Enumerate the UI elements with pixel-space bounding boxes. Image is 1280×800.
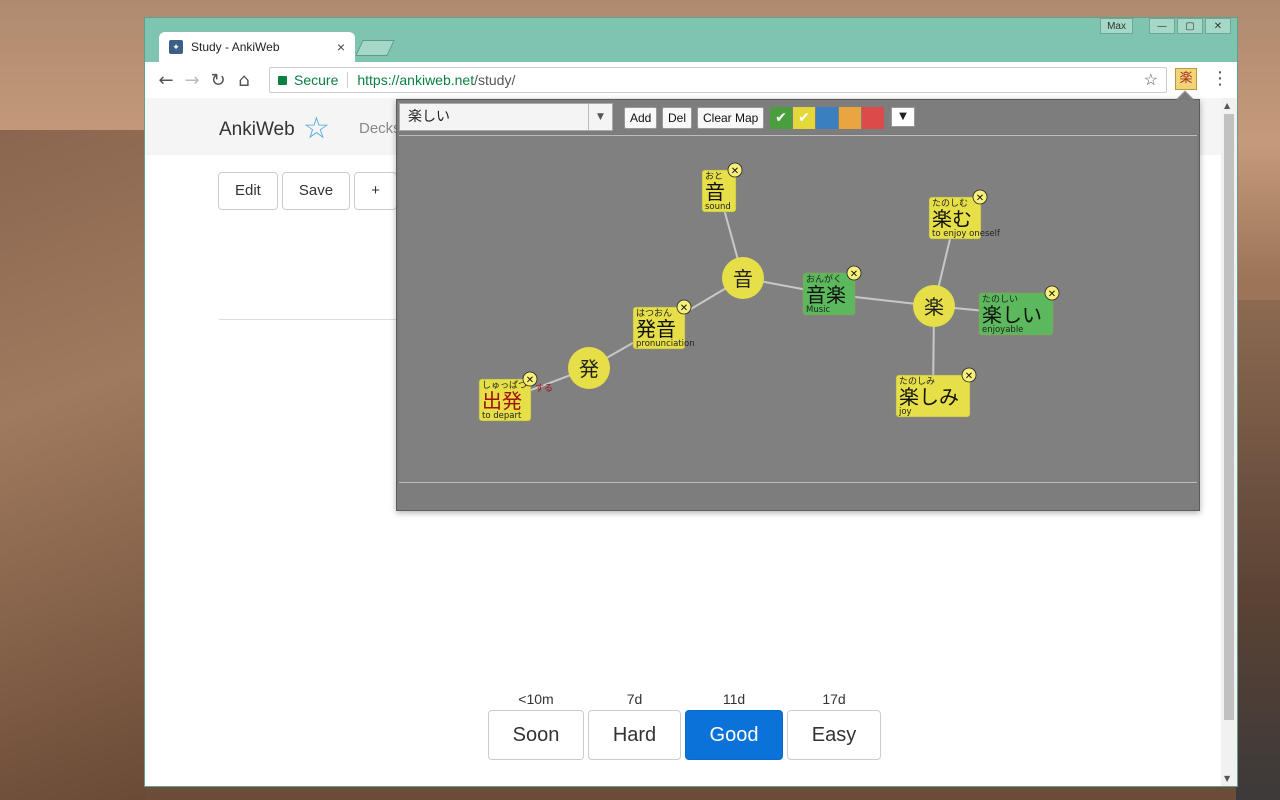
color-swatch[interactable] <box>816 107 838 129</box>
word-text: 音 <box>705 180 725 204</box>
kanji-map-popup: 楽しい ▼ Add Del Clear Map ✔ ✔ ▼ 音楽発おと音 sound… <box>396 90 1200 511</box>
close-icon[interactable]: ✕ <box>731 166 739 177</box>
word-meaning: joy <box>898 407 912 417</box>
answer-easy: 17d Easy <box>787 688 881 760</box>
tab-close-icon[interactable]: × <box>337 39 345 55</box>
tab-title: Study - AnkiWeb <box>191 40 280 54</box>
word-text: 楽しみ <box>899 385 959 409</box>
reload-icon[interactable]: ↻ <box>205 70 231 91</box>
edit-button[interactable]: Edit <box>218 172 278 210</box>
home-icon[interactable]: ⌂ <box>231 70 257 91</box>
word-select[interactable]: 楽しい ▼ <box>399 103 613 131</box>
word-meaning: enjoyable <box>982 325 1023 335</box>
delete-word-button[interactable]: Del <box>662 107 693 129</box>
brand-name[interactable]: AnkiWeb <box>219 119 295 141</box>
word-meaning: to depart <box>482 411 522 421</box>
interval-label: 11d <box>722 691 746 707</box>
scroll-thumb[interactable] <box>1224 114 1234 720</box>
kanji-node-label: 音 <box>733 267 753 291</box>
hard-button[interactable]: Hard <box>588 710 681 760</box>
close-icon[interactable]: ✕ <box>526 375 534 386</box>
close-window-button[interactable]: ✕ <box>1205 18 1231 34</box>
minimize-button[interactable]: — <box>1149 18 1175 34</box>
forward-arrow-icon[interactable]: → <box>179 70 205 91</box>
close-icon[interactable]: ✕ <box>680 303 688 314</box>
maximize-label-button[interactable]: Max <box>1100 18 1133 34</box>
answer-hard: 7d Hard <box>588 688 681 760</box>
word-text: 発音 <box>636 317 676 341</box>
color-swatch[interactable] <box>862 107 884 129</box>
restore-button[interactable]: ▢ <box>1177 18 1203 34</box>
more-options-button[interactable]: ▼ <box>891 107 915 127</box>
kanji-graph: 音楽発おと音sound✕たのしむ楽むto enjoy oneself✕おんがく音… <box>478 162 1060 422</box>
chevron-down-icon[interactable]: ▼ <box>588 104 612 130</box>
add-button[interactable]: + <box>354 172 397 210</box>
window-caption-buttons: Max — ▢ ✕ <box>1100 18 1231 34</box>
browser-tab[interactable]: ✦ Study - AnkiWeb × <box>159 32 355 62</box>
back-arrow-icon[interactable]: ← <box>153 70 179 91</box>
word-text: 出発 <box>482 389 522 413</box>
desktop-background-left <box>0 130 146 800</box>
close-icon[interactable]: ✕ <box>850 269 858 280</box>
address-bar[interactable]: Secure https://ankiweb.net /study/ ☆ <box>269 67 1167 93</box>
secure-label: Secure <box>294 72 339 88</box>
close-icon[interactable]: ✕ <box>1048 289 1056 300</box>
answer-buttons: <10m Soon 7d Hard 11d Good 17d Easy <box>488 688 881 760</box>
soon-button[interactable]: Soon <box>488 710 584 760</box>
selected-word: 楽しい <box>408 109 450 125</box>
desktop-background-right <box>1236 300 1280 800</box>
url-host: https://ankiweb.net <box>357 72 475 88</box>
popup-footer <box>397 484 1199 510</box>
close-icon[interactable]: ✕ <box>976 193 984 204</box>
omnibox-divider <box>347 72 349 88</box>
popup-toolbar: 楽しい ▼ Add Del Clear Map ✔ ✔ ▼ <box>397 100 1199 134</box>
answer-good: 11d Good <box>685 688 783 760</box>
anki-favicon-icon: ✦ <box>169 40 183 54</box>
scroll-down-icon[interactable]: ▼ <box>1224 774 1230 783</box>
word-text: 楽しい <box>982 303 1042 327</box>
interval-label: 17d <box>822 691 846 707</box>
color-swatch[interactable]: ✔ <box>793 107 815 129</box>
lock-icon <box>278 75 287 85</box>
word-meaning: Music <box>806 305 831 315</box>
scroll-up-icon[interactable]: ▲ <box>1224 101 1230 110</box>
add-word-button[interactable]: Add <box>624 107 658 129</box>
save-button[interactable]: Save <box>281 172 351 210</box>
easy-button[interactable]: Easy <box>787 710 881 760</box>
interval-label: <10m <box>518 691 554 707</box>
word-text: 楽む <box>932 207 972 231</box>
color-swatch[interactable]: ✔ <box>770 107 792 129</box>
nav-decks-link[interactable]: Decks <box>359 120 401 137</box>
kanji-graph-canvas: 音楽発おと音 sound ✕ たのしむ 楽む to enjoy oneself ✕ おんがく音… <box>399 135 1197 483</box>
kanji-node-label: 楽 <box>924 295 944 319</box>
word-meaning: to enjoy oneself <box>932 229 1001 239</box>
browser-menu-icon[interactable]: ⋮ <box>1211 68 1229 89</box>
new-tab-button[interactable] <box>355 40 395 56</box>
interval-label: 7d <box>626 691 643 707</box>
divider <box>219 319 399 320</box>
word-text: 音楽 <box>806 283 846 307</box>
answer-soon: <10m Soon <box>488 688 584 760</box>
browser-toolbar: ← → ↻ ⌂ Secure https://ankiweb.net /stud… <box>145 62 1237 98</box>
card-action-buttons: Edit Save + <box>218 172 397 210</box>
anki-star-logo-icon: ☆ <box>303 111 330 146</box>
word-suffix: する <box>535 383 553 394</box>
kanji-node-label: 発 <box>579 357 599 381</box>
url-path: /study/ <box>474 72 516 88</box>
bookmark-star-icon[interactable]: ☆ <box>1144 70 1158 90</box>
page-scrollbar[interactable]: ▲ ▼ <box>1221 98 1237 786</box>
word-meaning: sound <box>705 202 731 212</box>
word-meaning: pronunciation <box>636 339 695 349</box>
close-icon[interactable]: ✕ <box>965 371 973 382</box>
color-swatch[interactable] <box>839 107 861 129</box>
clear-map-button[interactable]: Clear Map <box>697 107 765 129</box>
good-button[interactable]: Good <box>685 710 783 760</box>
kanji-map-extension-icon[interactable]: 楽 <box>1175 68 1197 90</box>
